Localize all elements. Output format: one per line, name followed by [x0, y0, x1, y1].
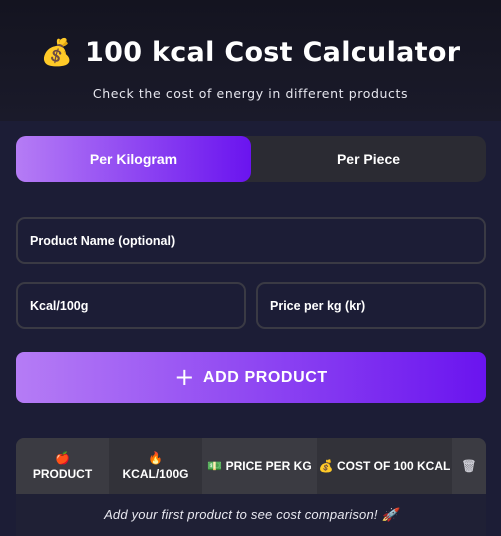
tab-per-piece[interactable]: Per Piece: [251, 136, 486, 182]
column-header-price[interactable]: 💵 PRICE PER KG: [202, 438, 317, 494]
page-title: 100 kcal Cost Calculator: [85, 37, 461, 68]
calculator-panel: Per Kilogram Per Piece Product Name (opt…: [0, 121, 501, 536]
mode-tabs: Per Kilogram Per Piece: [16, 136, 486, 182]
column-header-delete: 🗑: [452, 438, 486, 494]
empty-table-message: Add your first product to see cost compa…: [16, 494, 486, 536]
column-header-kcal[interactable]: 🔥 KCAL/100G: [109, 438, 202, 494]
trash-icon: 🗑: [461, 459, 477, 473]
plus-icon: +: [174, 362, 195, 391]
banknote-icon: 💵: [207, 459, 223, 473]
coin-icon: 💰: [318, 459, 334, 473]
add-product-button[interactable]: + ADD PRODUCT: [16, 352, 486, 403]
price-placeholder: Price per kg (kr): [270, 298, 366, 313]
add-product-label: ADD PRODUCT: [202, 368, 328, 386]
money-bag-icon: 💰: [40, 38, 74, 68]
app-header: 💰 100 kcal Cost Calculator Check the cos…: [0, 0, 501, 121]
column-header-cost[interactable]: 💰 COST OF 100 KCAL: [317, 438, 452, 494]
product-name-input[interactable]: Product Name (optional): [16, 217, 486, 264]
page-subtitle: Check the cost of energy in different pr…: [92, 86, 409, 101]
product-name-placeholder: Product Name (optional): [30, 233, 176, 248]
table-header: 🍎 PRODUCT 🔥 KCAL/100G 💵 PRICE PER KG 💰 C…: [16, 438, 486, 494]
fire-icon: 🔥: [148, 451, 163, 465]
products-table: 🍎 PRODUCT 🔥 KCAL/100G 💵 PRICE PER KG 💰 C…: [16, 438, 486, 536]
tab-per-kilogram[interactable]: Per Kilogram: [16, 136, 251, 182]
kcal-input[interactable]: Kcal/100g: [16, 282, 246, 329]
apple-icon: 🍎: [55, 451, 70, 465]
title-row: 💰 100 kcal Cost Calculator: [0, 36, 501, 70]
price-input[interactable]: Price per kg (kr): [256, 282, 486, 329]
column-header-product[interactable]: 🍎 PRODUCT: [16, 438, 109, 494]
kcal-placeholder: Kcal/100g: [30, 298, 89, 313]
